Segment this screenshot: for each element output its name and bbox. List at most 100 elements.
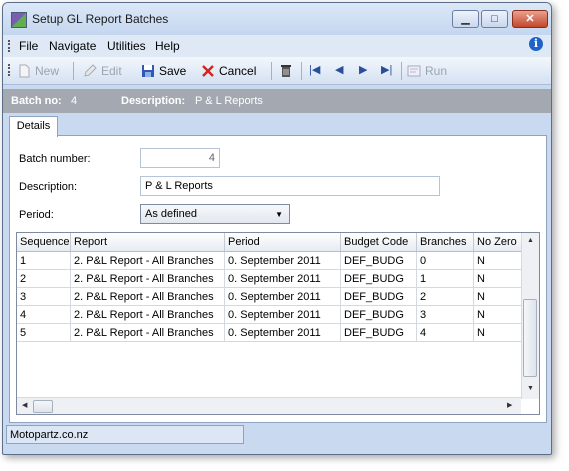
cell-report[interactable]: 2. P&L Report - All Branches: [70, 269, 225, 288]
cell-branches[interactable]: 0: [416, 251, 474, 270]
horizontal-scrollbar[interactable]: ◀ ▶: [17, 397, 521, 414]
period-label: Period:: [19, 209, 54, 221]
chevron-down-icon: ▼: [275, 210, 283, 219]
cell-report[interactable]: 2. P&L Report - All Branches: [70, 323, 225, 342]
batch-no-label: Batch no:: [11, 95, 62, 107]
cell-no-zero[interactable]: N: [473, 287, 526, 306]
delete-button[interactable]: [279, 62, 297, 79]
cell-budget-code[interactable]: DEF_BUDG: [340, 323, 417, 342]
cell-report[interactable]: 2. P&L Report - All Branches: [70, 287, 225, 306]
new-button[interactable]: New: [17, 62, 59, 79]
cancel-button-label: Cancel: [219, 63, 257, 78]
cancel-button[interactable]: Cancel: [201, 62, 256, 79]
run-button[interactable]: Run: [407, 62, 447, 79]
column-header-sequence[interactable]: Sequence: [17, 233, 71, 252]
menu-utilities[interactable]: Utilities: [107, 39, 146, 53]
cell-budget-code[interactable]: DEF_BUDG: [340, 269, 417, 288]
cell-budget-code[interactable]: DEF_BUDG: [340, 251, 417, 270]
vertical-scrollbar[interactable]: ▲ ▼: [521, 233, 539, 399]
table-row[interactable]: 3 2. P&L Report - All Branches 0. Septem…: [17, 287, 526, 306]
horizontal-scroll-thumb[interactable]: [33, 400, 53, 413]
scroll-down-icon[interactable]: ▼: [527, 385, 534, 392]
description-field[interactable]: P & L Reports: [140, 176, 440, 196]
batch-no-value: 4: [71, 95, 78, 107]
cell-branches[interactable]: 3: [416, 305, 474, 324]
status-bar: Motopartz.co.nz: [6, 425, 244, 444]
cell-period[interactable]: 0. September 2011: [224, 251, 341, 270]
table-row[interactable]: 2 2. P&L Report - All Branches 0. Septem…: [17, 269, 526, 288]
description-label: Description:: [19, 181, 78, 193]
cell-no-zero[interactable]: N: [473, 251, 526, 270]
column-header-budget-code[interactable]: Budget Code: [340, 233, 417, 252]
edit-button[interactable]: Edit: [83, 62, 122, 79]
scroll-up-icon[interactable]: ▲: [527, 237, 534, 244]
cell-sequence[interactable]: 4: [17, 305, 71, 324]
maximize-button[interactable]: □: [481, 10, 508, 28]
next-record-icon[interactable]: ▶: [359, 63, 367, 76]
window-title: Setup GL Report Batches: [32, 12, 169, 26]
tab-details[interactable]: Details: [9, 116, 58, 137]
column-header-branches[interactable]: Branches: [416, 233, 474, 252]
cell-sequence[interactable]: 5: [17, 323, 71, 342]
period-select[interactable]: As defined ▼: [140, 204, 290, 224]
previous-record-icon[interactable]: ◀: [335, 63, 343, 76]
save-disk-icon: [142, 64, 154, 77]
info-icon[interactable]: i: [529, 37, 543, 51]
table-row[interactable]: 1 2. P&L Report - All Branches 0. Septem…: [17, 251, 526, 270]
cell-branches[interactable]: 4: [416, 323, 474, 342]
menu-file[interactable]: File: [19, 39, 38, 53]
cell-sequence[interactable]: 1: [17, 251, 71, 270]
run-button-label: Run: [425, 63, 448, 78]
vertical-scroll-thumb[interactable]: [523, 299, 537, 377]
new-document-icon: [19, 64, 30, 77]
scroll-right-icon[interactable]: ▶: [507, 401, 512, 409]
scroll-left-icon[interactable]: ◀: [22, 401, 27, 409]
first-record-icon[interactable]: |◀: [309, 63, 320, 76]
record-header: Batch no: 4 Description: P & L Reports: [3, 89, 551, 113]
cell-no-zero[interactable]: N: [473, 269, 526, 288]
menu-grip-icon: [8, 40, 12, 52]
edit-button-label: Edit: [101, 63, 122, 78]
cell-no-zero[interactable]: N: [473, 305, 526, 324]
toolbar-divider: [401, 62, 402, 80]
table-header-row: Sequence Report Period Budget Code Branc…: [17, 233, 526, 252]
batch-number-field[interactable]: 4: [140, 148, 220, 168]
report-grid[interactable]: Sequence Report Period Budget Code Branc…: [16, 232, 540, 415]
column-header-period[interactable]: Period: [224, 233, 341, 252]
description-header-value: P & L Reports: [195, 95, 263, 107]
trash-icon: [281, 64, 291, 77]
cell-budget-code[interactable]: DEF_BUDG: [340, 287, 417, 306]
last-record-icon[interactable]: ▶|: [381, 63, 392, 76]
edit-icon: [84, 63, 97, 77]
cell-period[interactable]: 0. September 2011: [224, 305, 341, 324]
toolbar-divider: [301, 62, 302, 80]
column-header-no-zero[interactable]: No Zero: [473, 233, 526, 252]
cell-branches[interactable]: 2: [416, 287, 474, 306]
cell-period[interactable]: 0. September 2011: [224, 269, 341, 288]
toolbar: New Edit Save Cancel |◀ ◀ ▶ ▶| Run: [3, 57, 551, 85]
minimize-button[interactable]: ▁: [452, 10, 479, 28]
cell-period[interactable]: 0. September 2011: [224, 287, 341, 306]
cell-branches[interactable]: 1: [416, 269, 474, 288]
cell-sequence[interactable]: 2: [17, 269, 71, 288]
menu-help[interactable]: Help: [155, 39, 180, 53]
cancel-x-icon: [202, 64, 214, 77]
column-header-report[interactable]: Report: [70, 233, 225, 252]
cell-no-zero[interactable]: N: [473, 323, 526, 342]
table-row[interactable]: 4 2. P&L Report - All Branches 0. Septem…: [17, 305, 526, 324]
toolbar-divider: [73, 62, 74, 80]
report-table: Sequence Report Period Budget Code Branc…: [17, 233, 526, 342]
cell-sequence[interactable]: 3: [17, 287, 71, 306]
cell-report[interactable]: 2. P&L Report - All Branches: [70, 251, 225, 270]
save-button[interactable]: Save: [141, 62, 186, 79]
close-button[interactable]: ✕: [512, 10, 548, 28]
run-report-icon: [407, 65, 421, 76]
save-button-label: Save: [159, 63, 187, 78]
cell-report[interactable]: 2. P&L Report - All Branches: [70, 305, 225, 324]
cell-period[interactable]: 0. September 2011: [224, 323, 341, 342]
title-bar: Setup GL Report Batches ▁ □ ✕: [3, 3, 551, 35]
menu-navigate[interactable]: Navigate: [49, 39, 96, 53]
cell-budget-code[interactable]: DEF_BUDG: [340, 305, 417, 324]
new-button-label: New: [35, 63, 60, 78]
table-row[interactable]: 5 2. P&L Report - All Branches 0. Septem…: [17, 323, 526, 342]
